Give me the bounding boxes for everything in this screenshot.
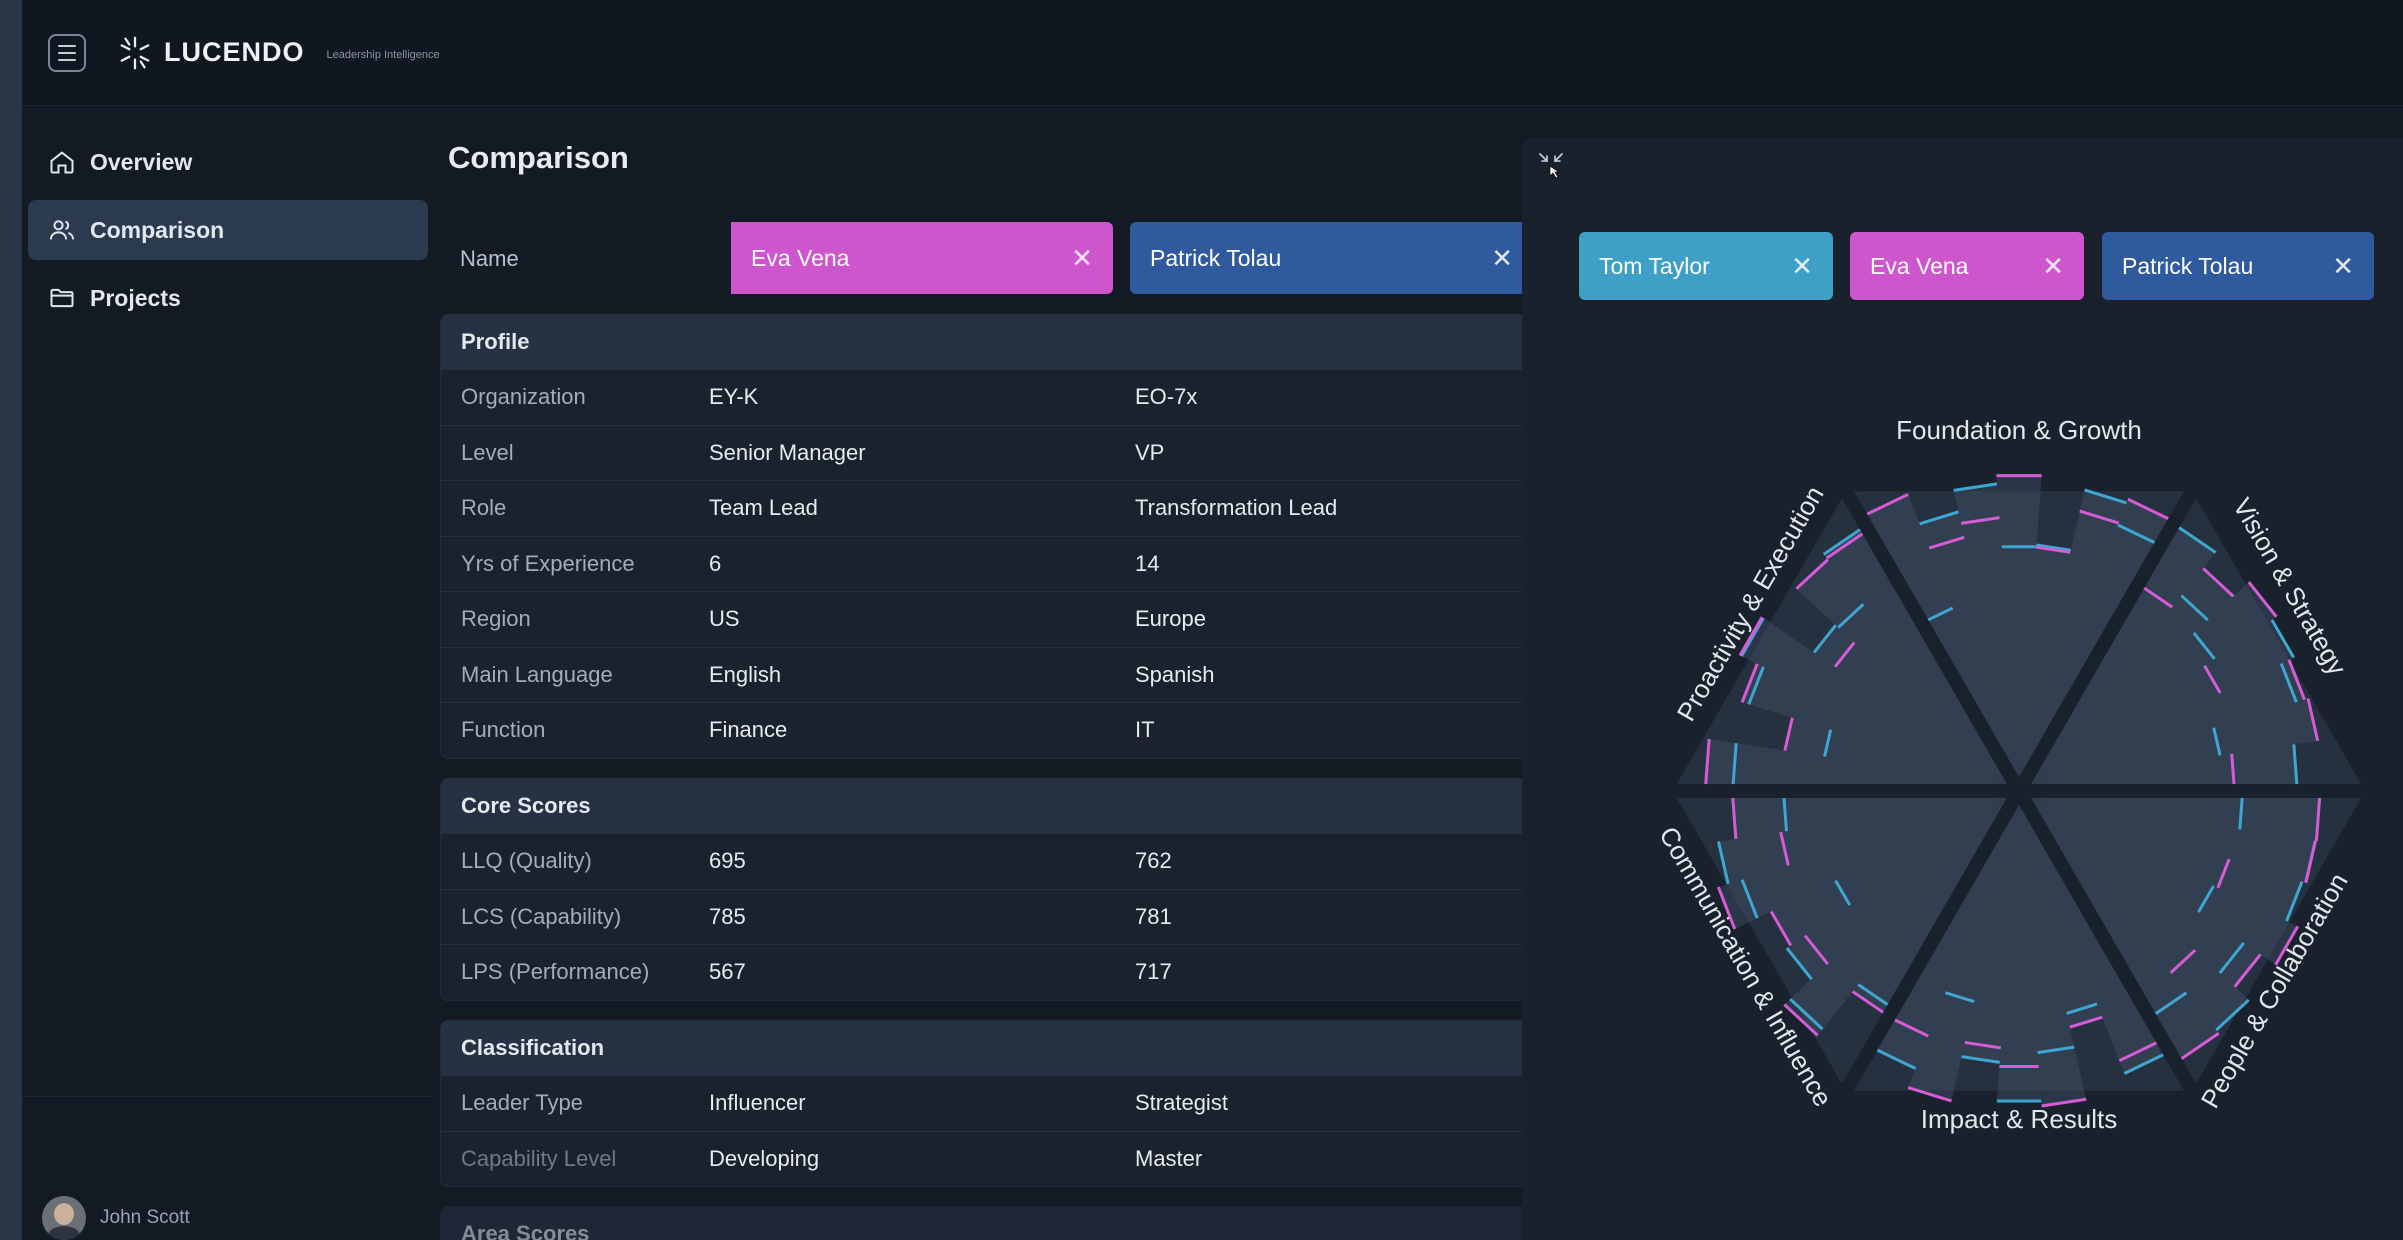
row-value-patrick: Spanish bbox=[1135, 661, 1215, 687]
app-logo[interactable]: LUCENDO Leadership Intelligence bbox=[116, 34, 440, 72]
row-label: LLQ (Quality) bbox=[461, 848, 592, 874]
sidebar-item-label: Overview bbox=[90, 148, 193, 175]
name-row: Name Eva Vena ✕ Patrick Tolau ✕ bbox=[448, 222, 1536, 294]
table-row: LCS (Capability) 785 781 bbox=[441, 888, 1527, 945]
row-value-patrick: 762 bbox=[1135, 848, 1172, 874]
row-label: Main Language bbox=[461, 661, 613, 687]
app-tagline: Leadership Intelligence bbox=[326, 48, 440, 61]
radar-area-label: Impact & Results bbox=[1921, 1104, 2118, 1134]
table-row: Role Team Lead Transformation Lead bbox=[441, 480, 1527, 536]
row-value-eva: 567 bbox=[709, 959, 746, 985]
row-label: Yrs of Experience bbox=[461, 550, 635, 576]
sidebar-item-comparison[interactable]: Comparison bbox=[28, 200, 428, 260]
menu-icon[interactable] bbox=[48, 33, 86, 72]
row-label: Function bbox=[461, 717, 546, 743]
row-value-patrick: Transformation Lead bbox=[1135, 495, 1338, 521]
row-label: Region bbox=[461, 606, 531, 632]
app-window: LUCENDO Leadership Intelligence Overview… bbox=[22, 0, 2403, 1240]
row-value-patrick: IT bbox=[1135, 717, 1155, 743]
row-label: Capability Level bbox=[461, 1145, 617, 1171]
row-value-patrick: EO-7x bbox=[1135, 384, 1198, 410]
row-label: Leader Type bbox=[461, 1090, 583, 1116]
row-label: LCS (Capability) bbox=[461, 903, 622, 929]
table-row: Function Finance IT bbox=[441, 702, 1527, 758]
radar-panel: Tom Taylor ✕ Eva Vena ✕ Patrick Tolau ✕ … bbox=[1522, 138, 2403, 1240]
row-value-patrick: 14 bbox=[1135, 550, 1160, 576]
page-title: Comparison bbox=[448, 140, 629, 175]
table-row: Leader Type Influencer Strategist bbox=[441, 1075, 1527, 1131]
row-value-eva: Team Lead bbox=[709, 495, 818, 521]
row-value-eva: 6 bbox=[709, 550, 722, 576]
row-label: LPS (Performance) bbox=[461, 959, 650, 985]
profile-card-title: Profile bbox=[441, 315, 1527, 369]
avatar bbox=[42, 1196, 86, 1240]
radar-area-label: Foundation & Growth bbox=[1896, 415, 2142, 445]
top-bar: LUCENDO Leadership Intelligence bbox=[22, 0, 2403, 106]
row-value-eva: EY-K bbox=[709, 384, 759, 410]
row-label: Role bbox=[461, 495, 507, 521]
sidebar-item-overview[interactable]: Overview bbox=[28, 132, 428, 192]
row-label: Level bbox=[461, 439, 514, 465]
logo-icon bbox=[120, 36, 150, 69]
row-value-eva: English bbox=[709, 661, 782, 687]
table-row: Region US Europe bbox=[441, 591, 1527, 647]
classification-card: Classification Leader Type Influencer Stra… bbox=[440, 1020, 1528, 1187]
table-row: LLQ (Quality) 695 762 bbox=[441, 833, 1527, 889]
home-icon bbox=[50, 151, 74, 174]
table-row: Organization EY-K EO-7x bbox=[441, 369, 1527, 425]
area-scores-card: Area Scores bbox=[440, 1206, 1528, 1240]
table-row: Level Senior Manager VP bbox=[441, 424, 1527, 481]
radar-chart: Foundation & GrowthVision & StrategyPeop… bbox=[1653, 415, 2362, 1134]
row-value-eva: Developing bbox=[709, 1145, 820, 1171]
table-row: Main Language English Spanish bbox=[441, 646, 1527, 703]
row-value-eva: 785 bbox=[709, 903, 746, 929]
row-value-patrick: VP bbox=[1135, 439, 1165, 465]
users-icon bbox=[49, 220, 75, 240]
person-chip-eva[interactable]: Eva Vena ✕ bbox=[731, 222, 1113, 294]
row-value-eva: Influencer bbox=[709, 1090, 806, 1116]
row-value-eva: Finance bbox=[709, 717, 788, 743]
close-icon[interactable]: ✕ bbox=[1491, 243, 1513, 274]
person-chip-name: Eva Vena bbox=[751, 244, 850, 271]
person-chip-patrick[interactable]: Patrick Tolau ✕ bbox=[1130, 222, 1533, 294]
table-row: Capability Level Developing Master bbox=[441, 1130, 1527, 1187]
table-row: Yrs of Experience 6 14 bbox=[441, 535, 1527, 592]
row-value-eva: 695 bbox=[709, 848, 746, 874]
row-value-eva: US bbox=[709, 606, 740, 632]
sidebar: Overview Comparison Projects John Scott bbox=[22, 106, 442, 1240]
row-value-patrick: 717 bbox=[1135, 959, 1172, 985]
classification-title: Classification bbox=[441, 1021, 1527, 1075]
sidebar-item-label: Projects bbox=[90, 284, 181, 311]
folder-icon bbox=[50, 288, 74, 308]
core-scores-title: Core Scores bbox=[441, 779, 1527, 833]
sidebar-item-projects[interactable]: Projects bbox=[28, 268, 428, 328]
table-row: LPS (Performance) 567 717 bbox=[441, 944, 1527, 1000]
row-value-patrick: 781 bbox=[1135, 903, 1172, 929]
row-value-patrick: Strategist bbox=[1135, 1090, 1228, 1116]
name-label: Name bbox=[460, 246, 519, 271]
row-value-eva: Senior Manager bbox=[709, 439, 866, 465]
sidebar-divider bbox=[22, 1096, 432, 1097]
area-scores-title: Area Scores bbox=[441, 1207, 1527, 1240]
close-icon[interactable]: ✕ bbox=[1071, 243, 1093, 274]
row-value-patrick: Europe bbox=[1135, 606, 1206, 632]
sidebar-item-label: Comparison bbox=[90, 216, 225, 243]
user-name: John Scott bbox=[100, 1207, 190, 1228]
row-value-patrick: Master bbox=[1135, 1145, 1203, 1171]
app-name: LUCENDO bbox=[164, 37, 305, 67]
row-label: Organization bbox=[461, 384, 586, 410]
profile-card: Profile Organization EY-K EO-7x Level Senio… bbox=[440, 314, 1528, 759]
core-scores-card: Core Scores LLQ (Quality) 695 762 LCS (Cap… bbox=[440, 778, 1528, 1001]
user-profile[interactable]: John Scott bbox=[42, 1196, 190, 1240]
person-chip-name: Patrick Tolau bbox=[1150, 244, 1282, 271]
